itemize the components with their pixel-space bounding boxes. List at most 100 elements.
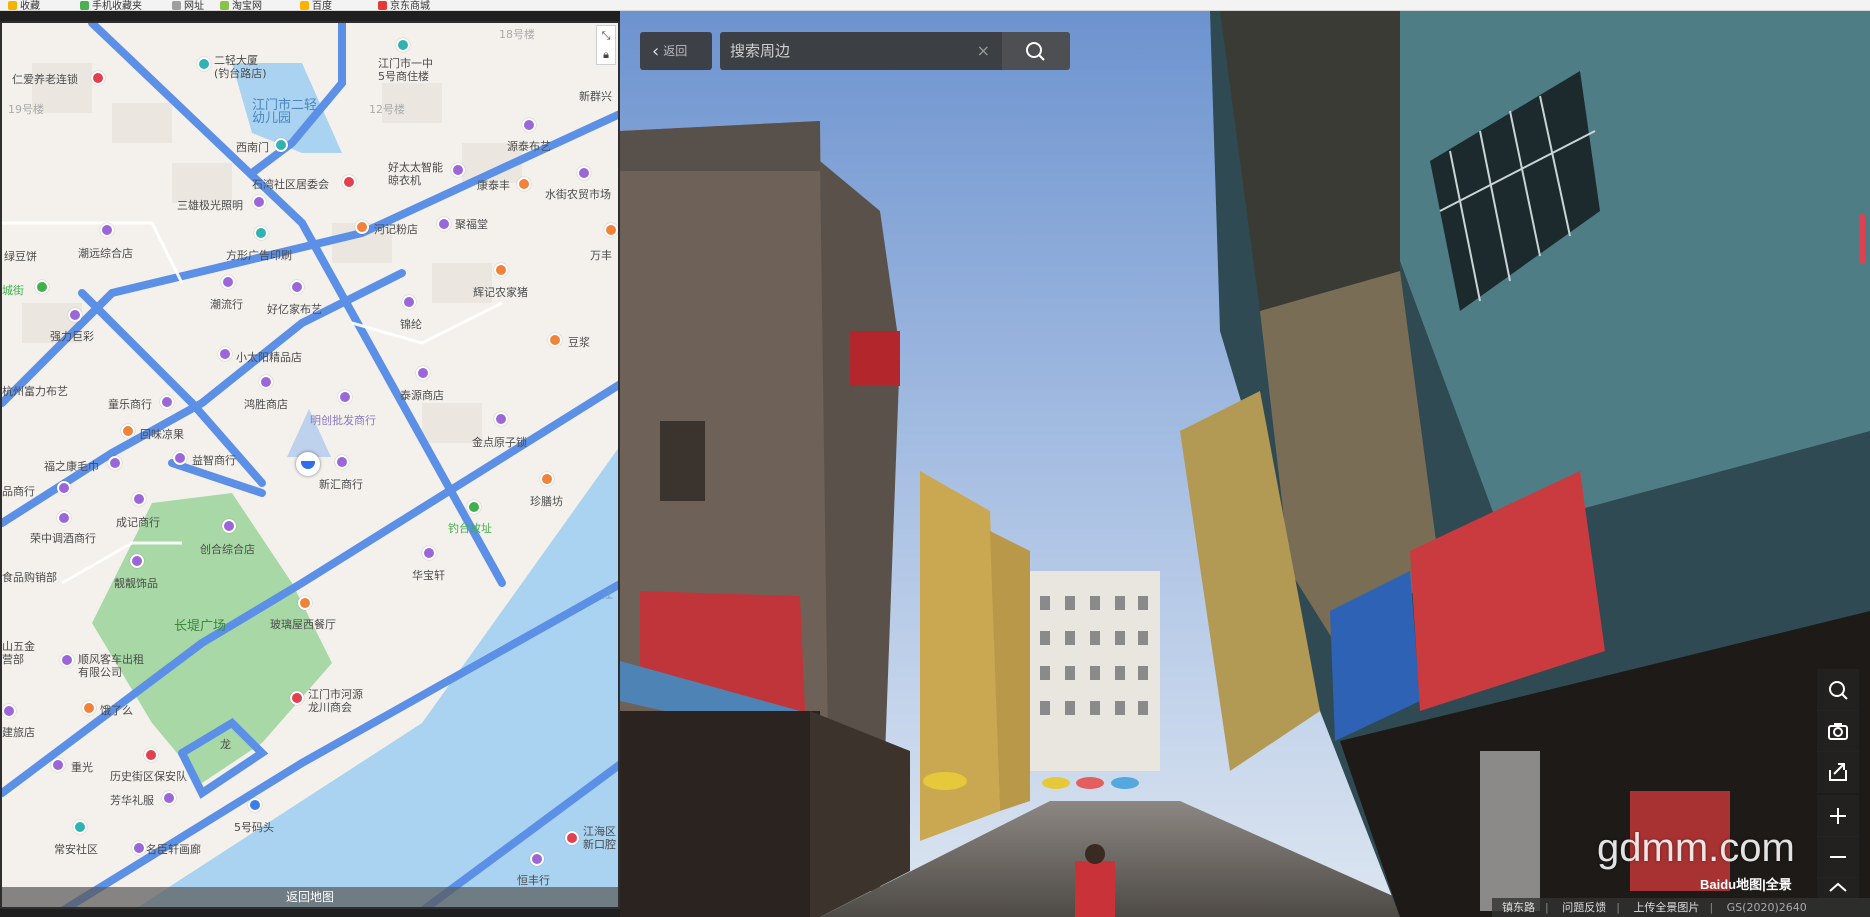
poi-marker[interactable]	[132, 492, 146, 506]
bookmark-item[interactable]: 手机收藏夹	[80, 0, 142, 10]
map-label[interactable]: 益智商行	[192, 454, 236, 467]
map-label[interactable]: 康泰丰	[477, 179, 510, 192]
map-label[interactable]: 二轻大厦 (钓台路店)	[214, 54, 267, 80]
poi-marker[interactable]	[248, 798, 262, 812]
poi-marker[interactable]	[494, 263, 508, 277]
map-label[interactable]: 源泰布艺	[507, 140, 551, 153]
map-label[interactable]: 食品购销部	[2, 571, 57, 584]
back-button[interactable]: ‹ 返回	[640, 32, 712, 70]
map-label[interactable]: 新汇商行	[319, 478, 363, 491]
bookmark-item[interactable]: 京东商城	[378, 0, 430, 10]
map-label[interactable]: 西南门	[236, 141, 269, 154]
map-label[interactable]: 靓靓饰品	[114, 577, 158, 590]
map-label[interactable]: 好亿家布艺	[267, 303, 322, 316]
map-label[interactable]: 泰源商店	[400, 389, 444, 402]
map-label[interactable]: 玻璃屋西餐厅	[270, 618, 336, 631]
poi-marker[interactable]	[108, 456, 122, 470]
map-label[interactable]: 钓台故址	[448, 522, 492, 535]
map-label[interactable]: 江门市河源 龙川商会	[308, 688, 363, 714]
zoom-in-button[interactable]	[1817, 795, 1859, 837]
map-label[interactable]: 重光	[71, 761, 93, 774]
poi-marker[interactable]	[298, 596, 312, 610]
map-label[interactable]: 杭州富力布艺	[2, 385, 68, 398]
map-label[interactable]: 珍膳坊	[530, 495, 563, 508]
poi-marker[interactable]	[82, 701, 96, 715]
poi-marker[interactable]	[160, 395, 174, 409]
map-label[interactable]: 创合综合店	[200, 543, 255, 556]
map-label[interactable]: 石湾社区居委会	[252, 178, 329, 191]
poi-marker[interactable]	[162, 791, 176, 805]
upload-link[interactable]: 上传全景图片	[1633, 901, 1699, 914]
map-label[interactable]: 童乐商行	[108, 398, 152, 411]
search-input[interactable]	[720, 32, 960, 70]
map-label[interactable]: 常安社区	[54, 843, 98, 856]
poi-marker[interactable]	[132, 841, 146, 855]
map-label[interactable]: 荣中调酒商行	[30, 532, 96, 545]
poi-marker[interactable]	[565, 831, 579, 845]
poi-marker[interactable]	[197, 57, 211, 71]
bookmark-item[interactable]: 淘宝网	[220, 0, 262, 10]
map-label[interactable]: 城街	[2, 284, 24, 297]
poi-marker[interactable]	[218, 347, 232, 361]
poi-marker[interactable]	[274, 138, 288, 152]
feedback-link[interactable]: 问题反馈	[1562, 901, 1606, 914]
map-label[interactable]: 山五金 营部	[2, 640, 35, 666]
map-label[interactable]: 华宝轩	[412, 569, 445, 582]
share-button[interactable]	[1817, 751, 1859, 793]
poi-marker[interactable]	[290, 280, 304, 294]
poi-marker[interactable]	[68, 308, 82, 322]
map-label[interactable]: 成记商行	[116, 516, 160, 529]
poi-marker[interactable]	[467, 500, 481, 514]
map-label[interactable]: 金点原子锁	[472, 436, 527, 449]
poi-marker[interactable]	[604, 223, 618, 237]
screenshot-button[interactable]	[1817, 710, 1859, 752]
map-label[interactable]: 辉记农家猪	[473, 286, 528, 299]
bookmark-item[interactable]: 收藏	[8, 0, 40, 10]
poi-marker[interactable]	[342, 175, 356, 189]
poi-marker[interactable]	[335, 455, 349, 469]
map-label[interactable]: 好太太智能 晾衣机	[388, 161, 443, 187]
map-label[interactable]: 河记粉店	[374, 223, 418, 236]
map-label[interactable]: 水街农贸市场	[545, 188, 611, 201]
poi-marker[interactable]	[338, 390, 352, 404]
lock-icon[interactable]: 🔒︎	[597, 45, 615, 64]
current-location-marker[interactable]	[296, 452, 320, 476]
poi-marker[interactable]	[121, 424, 135, 438]
poi-marker[interactable]	[35, 280, 49, 294]
poi-marker[interactable]	[221, 275, 235, 289]
map-label[interactable]: 建旅店	[2, 726, 35, 739]
poi-marker[interactable]	[402, 295, 416, 309]
map-label[interactable]: 强力巨彩	[50, 330, 94, 343]
poi-marker[interactable]	[57, 481, 71, 495]
map-label[interactable]: 潮远综合店	[78, 247, 133, 260]
search-button[interactable]	[1002, 32, 1070, 70]
poi-marker[interactable]	[144, 748, 158, 762]
scroll-indicator[interactable]	[1859, 214, 1865, 264]
poi-marker[interactable]	[173, 451, 187, 465]
poi-marker[interactable]	[548, 333, 562, 347]
poi-marker[interactable]	[222, 519, 236, 533]
map-label[interactable]: 仁爱养老连锁	[12, 73, 78, 86]
poi-marker[interactable]	[517, 177, 531, 191]
poi-marker[interactable]	[100, 223, 114, 237]
mini-map-panel[interactable]: 仁爱养老连锁 二轻大厦 (钓台路店) 江门市一中 5号商住楼 18号楼 江门市二…	[0, 21, 620, 909]
poi-marker[interactable]	[259, 375, 273, 389]
map-label[interactable]: 顺风客车出租 有限公司	[78, 653, 144, 679]
poi-marker[interactable]	[530, 852, 544, 866]
map-label[interactable]: 新群兴	[579, 90, 612, 103]
map-label[interactable]: 5号码头	[234, 821, 274, 834]
map-label[interactable]: 饿了么	[100, 704, 133, 717]
map-label[interactable]: 方形广告印刷	[226, 249, 292, 262]
return-to-map-button[interactable]: 返回地图	[2, 887, 618, 907]
map-label[interactable]: 锦纶	[400, 318, 422, 331]
map-label[interactable]: 小太阳精品店	[236, 351, 302, 364]
poi-marker[interactable]	[451, 163, 465, 177]
search-nearby-button[interactable]	[1817, 669, 1859, 711]
poi-marker[interactable]	[522, 118, 536, 132]
poi-marker[interactable]	[130, 554, 144, 568]
map-label[interactable]: 福之康毛巾	[44, 460, 99, 473]
poi-marker[interactable]	[540, 472, 554, 486]
poi-marker[interactable]	[57, 511, 71, 525]
map-label[interactable]: 名臣轩画廊	[146, 843, 201, 856]
map-label[interactable]: 聚福堂	[455, 218, 488, 231]
